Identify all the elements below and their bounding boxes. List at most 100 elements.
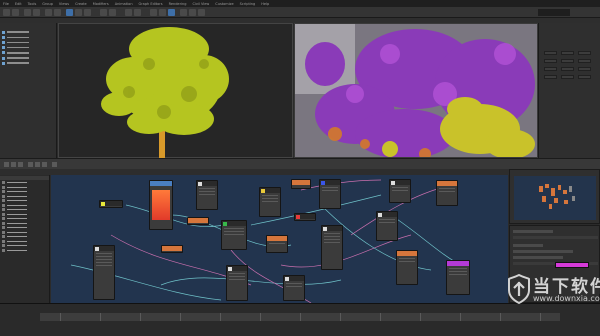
align-icon[interactable] [134,9,141,16]
browser-item[interactable] [2,244,47,248]
map-node[interactable] [319,179,341,209]
browser-item[interactable] [2,221,47,226]
menu-item[interactable]: Tools [28,2,37,6]
browser-item[interactable] [2,239,47,244]
scene-item[interactable] [2,40,54,44]
menu-item[interactable]: Views [59,2,69,6]
scene-item[interactable] [2,61,54,65]
link-icon[interactable] [24,9,31,16]
map-node[interactable] [389,179,411,203]
object-type-button[interactable] [578,51,591,55]
map-node[interactable] [161,245,183,253]
menu-item[interactable]: Group [42,2,53,6]
node-view[interactable] [51,175,508,303]
render-setup-icon[interactable] [180,9,187,16]
map-node[interactable] [446,260,470,295]
scene-item[interactable] [2,51,54,55]
object-type-button[interactable] [561,59,574,63]
map-node[interactable] [436,180,458,206]
menu-item[interactable]: Rendering [169,2,187,6]
map-node[interactable] [93,245,115,300]
scene-item[interactable] [2,35,54,39]
select-by-name-icon[interactable] [54,9,61,16]
browser-item[interactable] [2,217,47,221]
object-type-button[interactable] [578,67,591,71]
browser-item[interactable] [2,190,47,194]
unlink-icon[interactable] [33,9,40,16]
browser-item[interactable] [2,235,47,239]
menu-item[interactable]: File [3,2,9,6]
menu-item[interactable]: Create [75,2,87,6]
map-node[interactable] [187,217,209,225]
navigator-view[interactable] [514,176,596,220]
menu-item[interactable]: Edit [15,2,22,6]
material-editor-icon[interactable] [168,9,175,16]
viewport-perspective-left[interactable] [58,23,293,159]
background-icon[interactable] [52,162,57,167]
object-type-button[interactable] [561,67,574,71]
object-type-button[interactable] [544,51,557,55]
move-icon[interactable] [66,9,73,16]
layout-icon[interactable] [35,162,40,167]
delete-icon[interactable] [28,162,33,167]
pick-material-icon[interactable] [11,162,16,167]
scene-item[interactable] [2,46,54,50]
menu-item[interactable]: Civil View [192,2,209,6]
browser-item[interactable] [2,199,47,203]
scene-item[interactable] [2,56,54,60]
angle-snap-icon[interactable] [109,9,116,16]
map-node[interactable] [321,225,343,270]
browser-item[interactable] [2,181,47,185]
object-type-button[interactable] [561,51,574,55]
object-type-button[interactable] [578,75,591,79]
select-icon[interactable] [45,9,52,16]
menu-item[interactable]: Scripting [240,2,256,6]
browser-item[interactable] [2,212,47,217]
object-type-button[interactable] [544,75,557,79]
map-node[interactable] [226,265,248,301]
menu-item[interactable]: Animation [115,2,133,6]
schematic-view-icon[interactable] [159,9,166,16]
browser-item[interactable] [2,226,47,230]
show-map-icon[interactable] [42,162,47,167]
map-node[interactable] [283,275,305,301]
workspace-dropdown[interactable] [538,9,570,16]
map-node[interactable] [99,200,123,208]
assign-material-icon[interactable] [18,162,23,167]
scale-icon[interactable] [84,9,91,16]
material-node[interactable] [149,180,173,230]
object-type-button[interactable] [561,75,574,79]
map-node[interactable] [259,187,281,217]
object-type-button[interactable] [578,59,591,63]
browser-item[interactable] [2,248,47,253]
map-node[interactable] [221,220,247,250]
snap-icon[interactable] [100,9,107,16]
map-node[interactable] [396,250,418,285]
object-type-button[interactable] [544,59,557,63]
browser-item[interactable] [2,185,47,190]
object-type-button[interactable] [544,67,557,71]
menu-item[interactable]: Graph Editors [139,2,163,6]
menu-item[interactable]: Help [261,2,269,6]
map-node[interactable] [294,213,316,221]
mirror-icon[interactable] [125,9,132,16]
curve-editor-icon[interactable] [150,9,157,16]
map-node[interactable] [291,179,311,189]
render-icon[interactable] [198,9,205,16]
browser-item[interactable] [2,208,47,212]
browser-item[interactable] [2,203,47,208]
color-swatch[interactable] [555,262,589,268]
map-node[interactable] [196,180,218,210]
select-tool-icon[interactable] [4,162,9,167]
rotate-icon[interactable] [75,9,82,16]
browser-item[interactable] [2,194,47,199]
map-node[interactable] [376,211,398,241]
redo-icon[interactable] [12,9,19,16]
render-frame-icon[interactable] [189,9,196,16]
viewport-rendered[interactable] [294,23,538,158]
undo-icon[interactable] [3,9,10,16]
menu-item[interactable]: Modifiers [93,2,109,6]
menu-item[interactable]: Customize [215,2,233,6]
browser-item[interactable] [2,230,47,235]
scene-item[interactable] [2,30,54,34]
